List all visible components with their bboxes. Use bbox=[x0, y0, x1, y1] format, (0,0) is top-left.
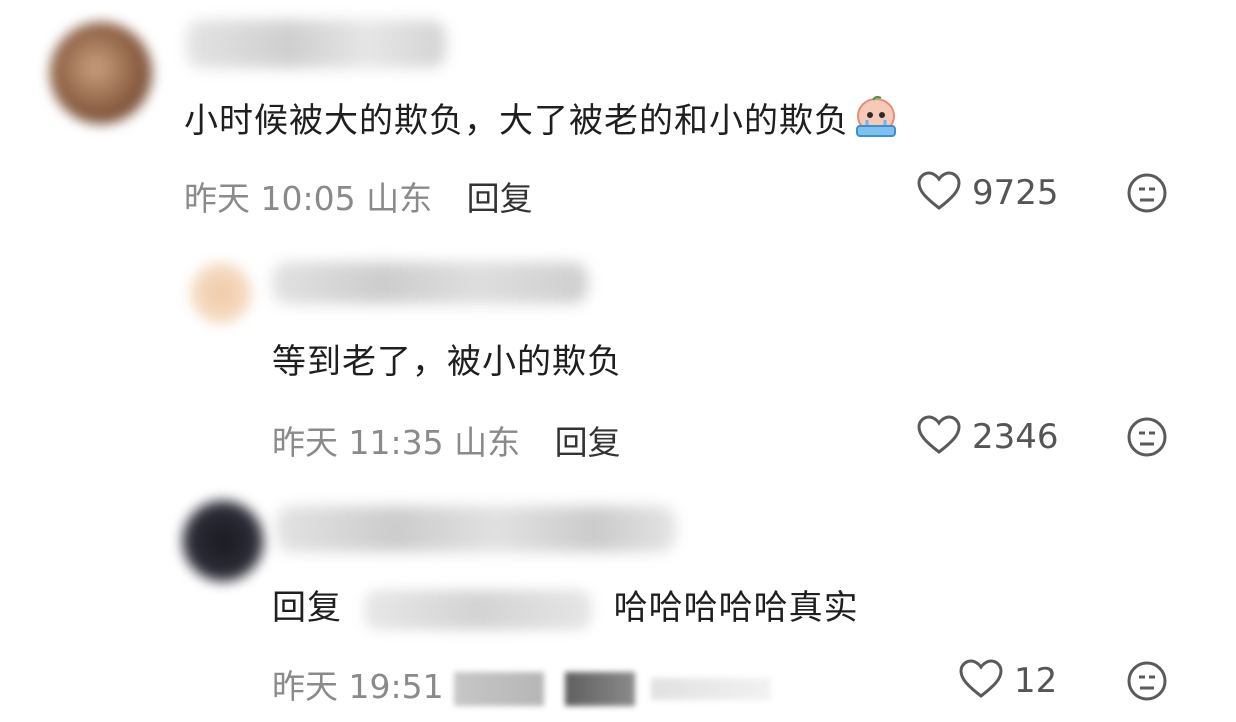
like-count: 12 bbox=[1014, 661, 1058, 701]
comment-text: 等到老了，被小的欺负 bbox=[272, 342, 622, 382]
comment-time: 昨天 11:35 bbox=[272, 423, 444, 462]
location-smeared bbox=[454, 671, 545, 706]
reply-button[interactable]: 回复 bbox=[467, 179, 533, 218]
like-button[interactable]: 9725 bbox=[916, 170, 1059, 216]
like-count: 2346 bbox=[972, 417, 1059, 457]
comment-meta: 昨天 10:05 山东 回复 bbox=[184, 172, 533, 220]
comment-time: 昨天 19:51 bbox=[272, 667, 444, 706]
avatar[interactable] bbox=[182, 500, 264, 582]
mentioned-user-blurred[interactable] bbox=[363, 589, 592, 630]
comment-location: 山东 bbox=[366, 179, 433, 218]
username-blurred[interactable] bbox=[276, 506, 676, 552]
like-button[interactable]: 12 bbox=[958, 658, 1057, 704]
username-blurred[interactable] bbox=[186, 20, 446, 68]
comment-time: 昨天 10:05 bbox=[184, 179, 356, 218]
heart-outline-icon bbox=[916, 170, 962, 216]
like-button[interactable]: 2346 bbox=[916, 414, 1059, 460]
comment-text: 小时候被大的欺负，大了被老的和小的欺负 bbox=[184, 95, 899, 149]
like-count: 9725 bbox=[972, 173, 1059, 213]
neutral-face-icon[interactable] bbox=[1126, 416, 1168, 458]
heart-outline-icon bbox=[958, 658, 1004, 704]
neutral-face-icon[interactable] bbox=[1126, 172, 1168, 214]
comment-location: 山东 bbox=[454, 423, 521, 462]
comment-meta: 昨天 11:35 山东 回复 bbox=[272, 416, 621, 464]
reply-prefix: 回复 bbox=[272, 588, 342, 628]
username-blurred[interactable] bbox=[272, 262, 588, 304]
blurred-strip bbox=[651, 677, 772, 700]
crying-peach-sticker-icon bbox=[853, 95, 899, 149]
avatar[interactable] bbox=[190, 262, 252, 324]
reply-button[interactable]: 回复 bbox=[555, 423, 621, 462]
comment-meta: 昨天 19:51 bbox=[272, 660, 772, 708]
avatar[interactable] bbox=[50, 22, 152, 124]
neutral-face-icon[interactable] bbox=[1126, 660, 1168, 702]
reply-button-smeared[interactable] bbox=[564, 671, 635, 706]
heart-outline-icon bbox=[916, 414, 962, 460]
comment-text: 回复 哈哈哈哈哈真实 bbox=[272, 588, 859, 630]
